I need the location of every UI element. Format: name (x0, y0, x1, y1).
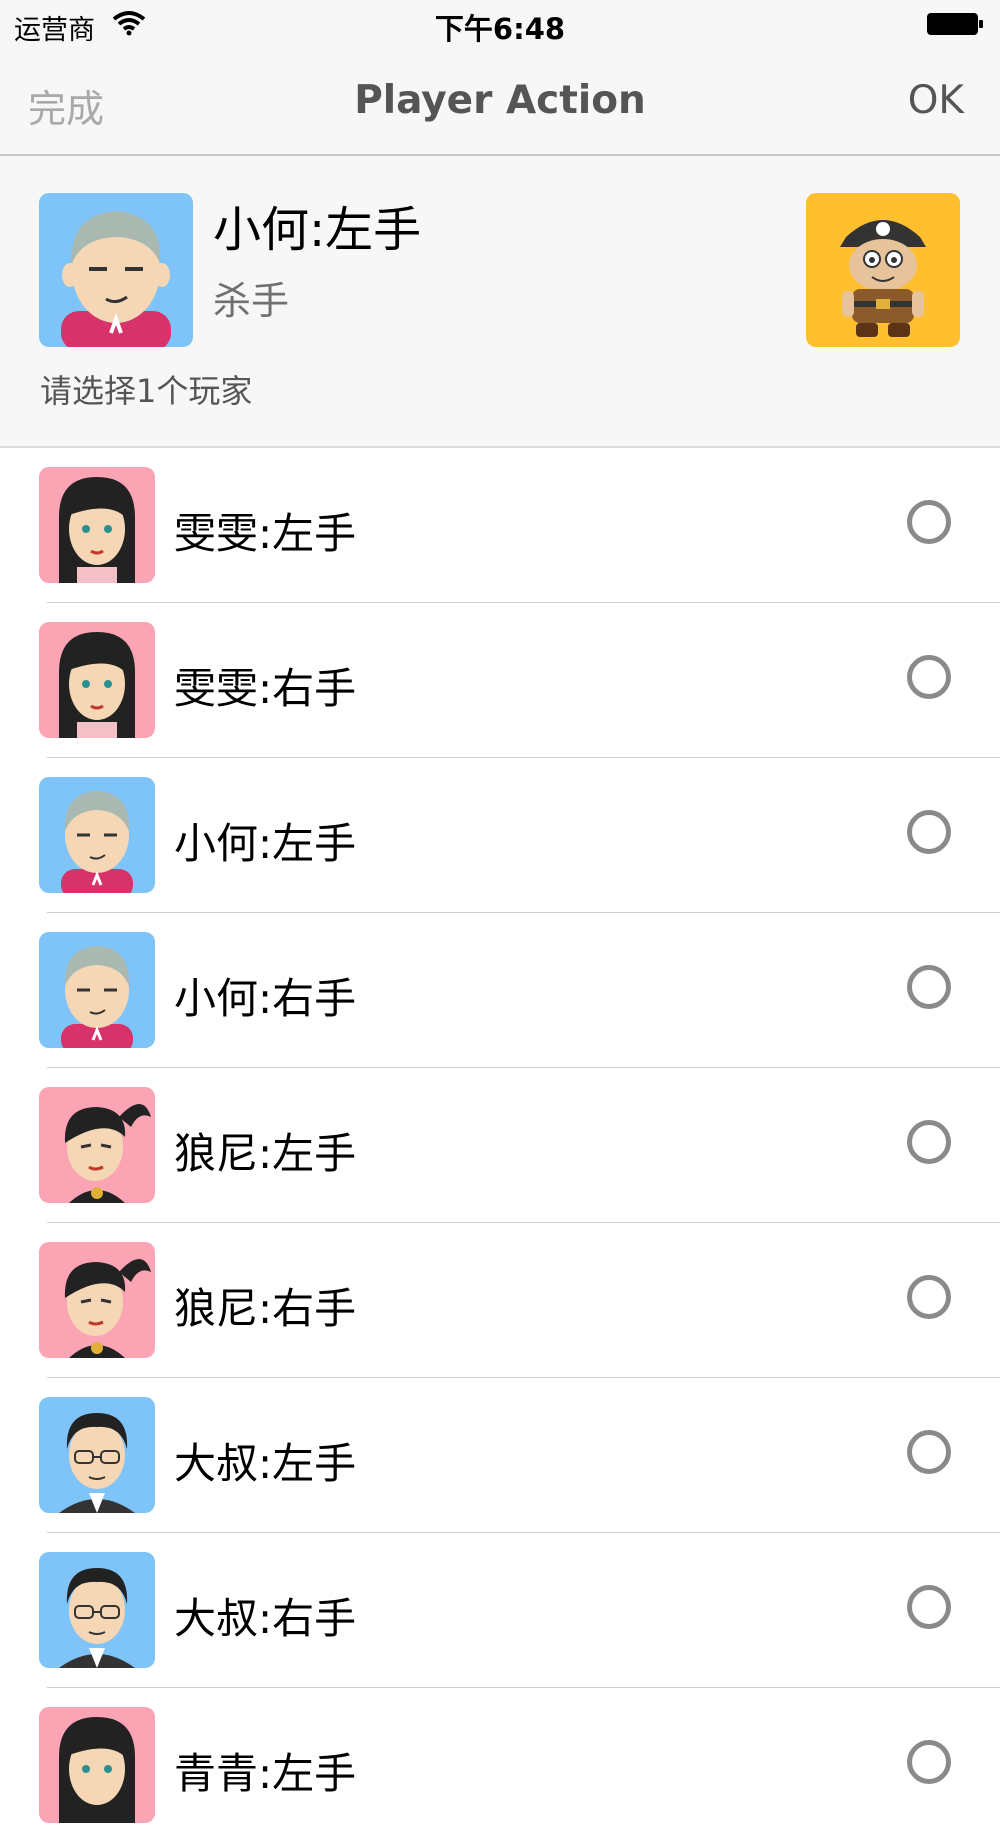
current-player-avatar (39, 193, 193, 347)
radio-unchecked-icon[interactable] (907, 1430, 951, 1474)
player-row[interactable]: 小何:左手 (0, 758, 1000, 913)
radio-unchecked-icon[interactable] (907, 1585, 951, 1629)
player-row[interactable]: 狼尼:右手 (0, 1223, 1000, 1378)
glasses-man-avatar (39, 1397, 155, 1513)
radio-unchecked-icon[interactable] (907, 1120, 951, 1164)
player-name: 大叔:左手 (174, 1439, 357, 1488)
player-row[interactable]: 大叔:左手 (0, 1378, 1000, 1533)
ok-button[interactable]: OK (908, 78, 964, 123)
radio-unchecked-icon[interactable] (907, 1275, 951, 1319)
radio-unchecked-icon[interactable] (907, 655, 951, 699)
female-long-hair-avatar (39, 467, 155, 583)
radio-unchecked-icon[interactable] (907, 1740, 951, 1784)
current-player-name: 小何:左手 (213, 202, 422, 258)
radio-unchecked-icon[interactable] (907, 965, 951, 1009)
player-list: 雯雯:左手 雯雯:右手 小何:左手 小何:右手 狼尼:左手 狼尼:右手 大叔:左… (0, 448, 1000, 1843)
ponytail-girl-avatar (39, 1242, 155, 1358)
player-row[interactable]: 雯雯:左手 (0, 448, 1000, 603)
ponytail-girl-avatar (39, 1087, 155, 1203)
radio-unchecked-icon[interactable] (907, 810, 951, 854)
player-row[interactable]: 大叔:右手 (0, 1533, 1000, 1688)
status-bar: 运营商 下午6:48 (0, 0, 1000, 50)
player-name: 大叔:右手 (174, 1594, 357, 1643)
player-row[interactable]: 狼尼:左手 (0, 1068, 1000, 1223)
female-long-hair-avatar (39, 1707, 155, 1823)
player-name: 青青:左手 (174, 1749, 357, 1798)
player-name: 狼尼:右手 (174, 1284, 357, 1333)
current-player-role: 杀手 (213, 279, 290, 323)
player-name: 雯雯:左手 (174, 509, 357, 558)
player-row[interactable]: 小何:右手 (0, 913, 1000, 1068)
page-title: Player Action (354, 78, 646, 123)
female-long-hair-avatar (39, 622, 155, 738)
player-name: 雯雯:右手 (174, 664, 357, 713)
gray-hair-boy-avatar (39, 932, 155, 1048)
player-name: 小何:左手 (174, 819, 357, 868)
glasses-man-avatar (39, 1552, 155, 1668)
radio-unchecked-icon[interactable] (907, 500, 951, 544)
player-row[interactable]: 雯雯:右手 (0, 603, 1000, 758)
gray-hair-boy-avatar (39, 777, 155, 893)
navigation-bar: 完成 Player Action OK (0, 50, 1000, 156)
player-name: 小何:右手 (174, 974, 357, 1023)
player-name: 狼尼:左手 (174, 1129, 357, 1178)
current-player-panel: 小何:左手 杀手 请选择1个玩家 (0, 156, 1000, 448)
player-row[interactable]: 青青:左手 (0, 1688, 1000, 1843)
status-time: 下午6:48 (434, 12, 566, 46)
selection-hint: 请选择1个玩家 (40, 372, 253, 410)
pirate-character-icon (806, 193, 960, 347)
battery-icon (926, 12, 984, 36)
